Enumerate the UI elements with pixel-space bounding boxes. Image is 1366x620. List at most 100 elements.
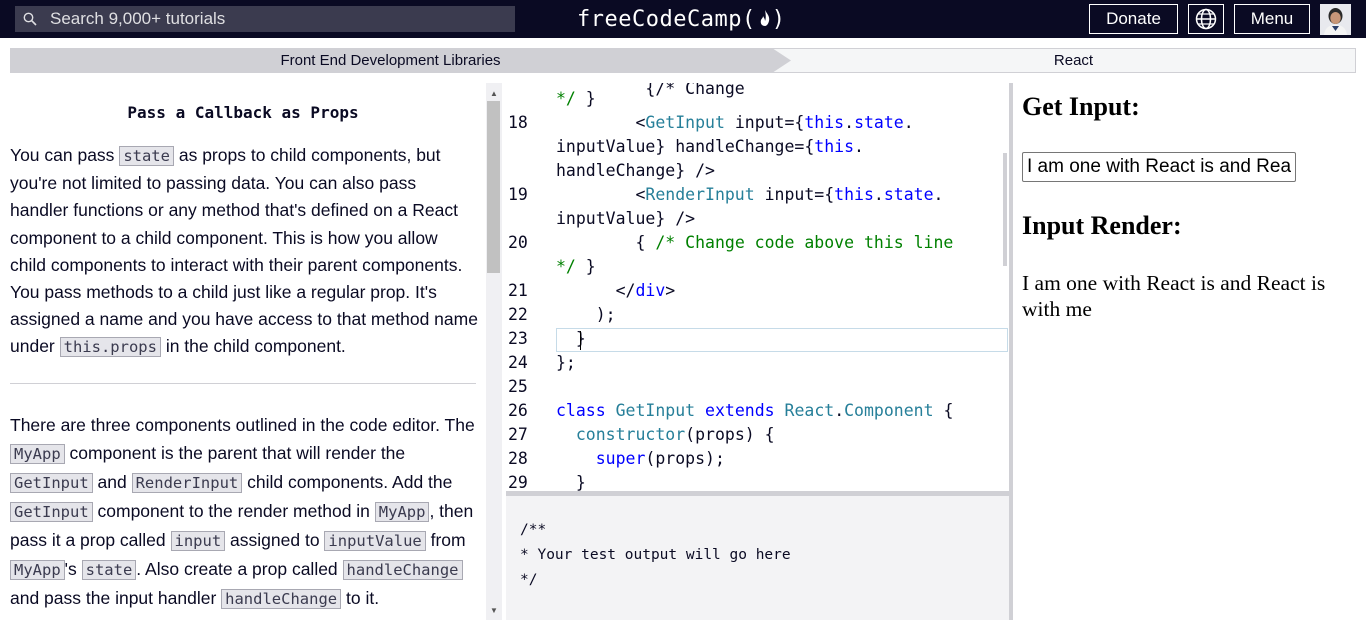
code-text: */ } bbox=[556, 257, 596, 276]
inline-code: MyApp bbox=[10, 444, 65, 464]
menu-button[interactable]: Menu bbox=[1234, 4, 1310, 34]
code-token: inputValue} handleChange={ bbox=[556, 137, 815, 156]
instruction-text: from bbox=[425, 530, 466, 550]
code-line[interactable]: 25 bbox=[506, 377, 1009, 401]
code-token: div bbox=[635, 281, 666, 300]
code-token: state bbox=[883, 185, 934, 204]
code-token: this bbox=[814, 137, 855, 156]
breadcrumb-subsection[interactable]: React bbox=[792, 49, 1355, 72]
code-text: */ } bbox=[556, 89, 596, 108]
code-token: RenderInput bbox=[645, 185, 755, 204]
inline-code: handleChange bbox=[221, 589, 342, 609]
inline-code: this.props bbox=[59, 337, 161, 358]
code-token: } bbox=[575, 257, 596, 276]
top-navbar: freeCodeCamp( ) Donate Menu bbox=[0, 0, 1366, 38]
search-bar[interactable] bbox=[15, 6, 515, 32]
instruction-text: There are three components outlined in t… bbox=[10, 415, 475, 435]
code-line[interactable]: 29 } bbox=[506, 473, 1009, 491]
code-line[interactable]: inputValue} /> bbox=[506, 209, 1009, 233]
inline-code: MyApp bbox=[10, 560, 65, 580]
code-token: constructor bbox=[575, 425, 686, 444]
avatar[interactable] bbox=[1320, 4, 1351, 35]
line-number: 28 bbox=[508, 449, 528, 468]
code-token: . bbox=[933, 185, 944, 204]
code-token: (props); bbox=[645, 449, 725, 468]
instruction-text: child components. Add the bbox=[242, 472, 453, 492]
code-line[interactable]: 19 <RenderInput input={this.state. bbox=[506, 185, 1009, 209]
instructions-scrollbar[interactable]: ▲ ▼ bbox=[486, 83, 502, 620]
code-token: this bbox=[834, 185, 874, 204]
inline-code: RenderInput bbox=[131, 473, 243, 493]
code-token: < bbox=[556, 113, 646, 132]
line-number: 25 bbox=[508, 377, 528, 396]
instructions-paragraph-2: There are three components outlined in t… bbox=[10, 411, 478, 613]
code-token: this bbox=[804, 113, 845, 132]
code-token: } bbox=[556, 473, 586, 491]
instructions-paragraph-1: You can pass state as props to child com… bbox=[10, 142, 478, 362]
inline-code: inputValue bbox=[324, 531, 426, 551]
line-number: 26 bbox=[508, 401, 528, 420]
code-line[interactable]: 22 ); bbox=[506, 305, 1009, 329]
code-line[interactable]: */ } bbox=[506, 89, 1009, 113]
code-line[interactable]: 26 class GetInput extends React.Component… bbox=[506, 401, 1009, 425]
instruction-text: as props to child components, but you're… bbox=[10, 145, 478, 357]
code-token: Component bbox=[844, 401, 934, 420]
code-line[interactable]: */ } bbox=[506, 257, 1009, 281]
language-button[interactable] bbox=[1188, 4, 1224, 34]
code-token: </ bbox=[556, 281, 636, 300]
code-text: handleChange} /> bbox=[556, 161, 715, 180]
code-text: { /* Change code above this line bbox=[556, 233, 953, 252]
editor-scrollbar[interactable] bbox=[1003, 153, 1007, 266]
globe-icon bbox=[1195, 8, 1217, 30]
instruction-text: assigned to bbox=[225, 530, 325, 550]
code-token: /* Change code above this line bbox=[655, 233, 954, 252]
code-line[interactable]: 21 </div> bbox=[506, 281, 1009, 305]
inline-code: handleChange bbox=[342, 560, 463, 580]
inline-code: state bbox=[119, 146, 174, 166]
instruction-text: You can pass bbox=[10, 145, 120, 165]
code-line[interactable]: 27 constructor(props) { bbox=[506, 425, 1009, 449]
code-line[interactable]: 18 <GetInput input={this.state. bbox=[506, 113, 1009, 137]
code-token: } bbox=[556, 329, 586, 348]
freecodecamp-logo[interactable]: freeCodeCamp( ) bbox=[577, 4, 785, 34]
code-text: }; bbox=[556, 353, 576, 372]
code-line[interactable]: 28 super(props); bbox=[506, 449, 1009, 473]
flame-icon bbox=[760, 10, 769, 26]
code-token: }; bbox=[556, 353, 576, 372]
scroll-down-arrow-icon[interactable]: ▼ bbox=[490, 606, 498, 615]
code-token: (props) { bbox=[685, 425, 775, 444]
code-token: handleChange} /> bbox=[556, 161, 715, 180]
code-line[interactable]: handleChange} /> bbox=[506, 161, 1009, 185]
code-line[interactable]: 20 { /* Change code above this line bbox=[506, 233, 1009, 257]
instruction-text: to it. bbox=[341, 588, 380, 608]
code-line[interactable]: 24}; bbox=[506, 353, 1009, 377]
search-input[interactable] bbox=[50, 9, 500, 29]
console-line: */ bbox=[520, 572, 538, 588]
code-token: input={ bbox=[724, 113, 805, 132]
code-token: inputValue} /> bbox=[556, 209, 696, 228]
code-line[interactable]: inputValue} handleChange={this. bbox=[506, 137, 1009, 161]
code-token: . bbox=[844, 113, 855, 132]
preview-text-input[interactable] bbox=[1022, 152, 1296, 182]
test-output-console: /** * Your test output will go here */ bbox=[506, 496, 1009, 620]
breadcrumb-section[interactable]: Front End Development Libraries bbox=[10, 48, 791, 73]
preview-panel: Get Input: Input Render: I am one with R… bbox=[1013, 83, 1366, 620]
scroll-up-arrow-icon[interactable]: ▲ bbox=[490, 89, 498, 98]
donate-button[interactable]: Donate bbox=[1089, 4, 1178, 34]
scroll-thumb[interactable] bbox=[487, 101, 500, 273]
code-text: </div> bbox=[556, 281, 676, 300]
code-token: . bbox=[903, 113, 914, 132]
code-text: <GetInput input={this.state. bbox=[556, 113, 914, 132]
instructions-divider bbox=[10, 383, 476, 384]
breadcrumb: Front End Development Libraries React bbox=[10, 48, 1356, 73]
code-token: ); bbox=[556, 305, 616, 324]
code-line[interactable]: 23 } bbox=[506, 329, 1009, 353]
user-avatar-icon bbox=[1320, 4, 1351, 35]
code-token: { bbox=[933, 401, 954, 420]
code-editor[interactable]: {/* Change */ } 18 <GetInput input={this.s… bbox=[506, 83, 1009, 491]
code-token: input={ bbox=[754, 185, 835, 204]
line-number: 19 bbox=[508, 185, 528, 204]
